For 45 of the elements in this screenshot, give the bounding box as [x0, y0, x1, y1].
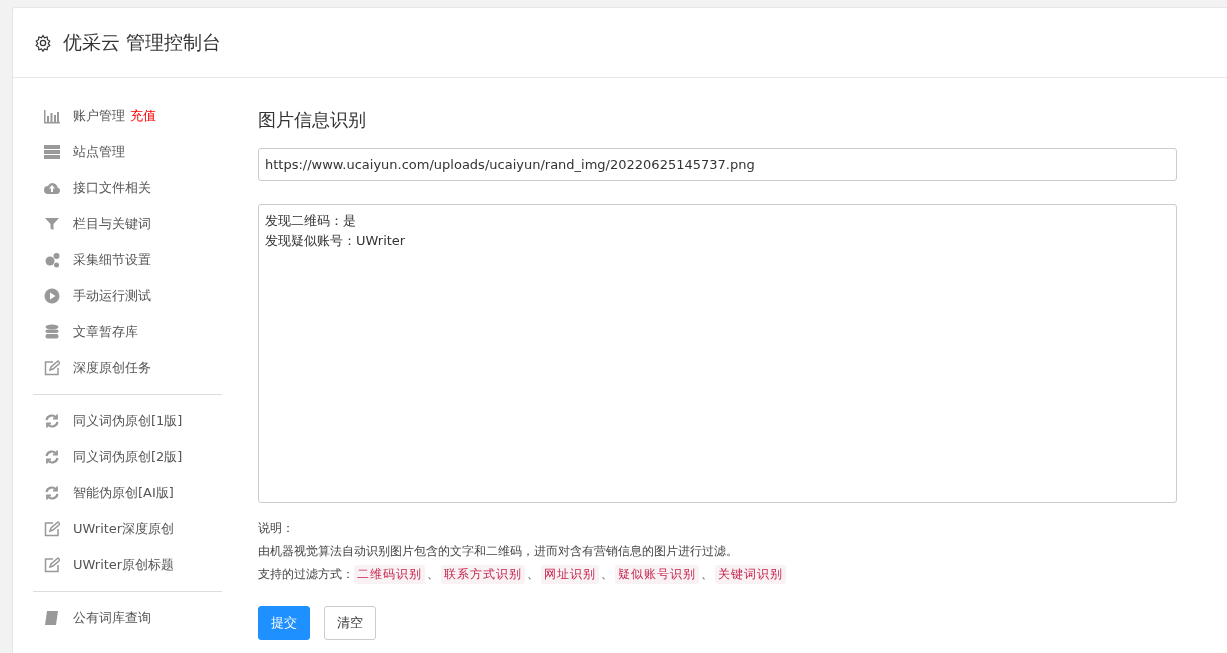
- sidebar-item[interactable]: 栏目与关键词: [33, 206, 222, 242]
- separator: 、: [601, 566, 613, 583]
- console-title: 优采云 管理控制台: [63, 29, 222, 55]
- sidebar-item[interactable]: 公有词库查询: [33, 600, 222, 636]
- sidebar-item[interactable]: 站点管理: [33, 134, 222, 170]
- cloud-icon: [44, 180, 60, 196]
- separator: 、: [527, 566, 539, 583]
- sidebar-item[interactable]: UWriter原创标题: [33, 547, 222, 583]
- clear-button[interactable]: 清空: [324, 606, 376, 640]
- separator: 、: [427, 566, 439, 583]
- recharge-link[interactable]: 充值: [130, 107, 156, 125]
- result-text-area[interactable]: 发现二维码：是 发现疑似账号：UWriter: [258, 204, 1177, 503]
- sidebar-item[interactable]: 智能伪原创[AI版]: [33, 475, 222, 511]
- filter-tag: 网址识别: [541, 565, 599, 584]
- sidebar-item[interactable]: 同义词伪原创[2版]: [33, 439, 222, 475]
- refresh-icon: [44, 413, 60, 429]
- sidebar-item[interactable]: 账户管理 充值: [33, 98, 222, 134]
- sidebar-item[interactable]: UWriter深度原创: [33, 511, 222, 547]
- sidebar-item[interactable]: 采集细节设置: [33, 242, 222, 278]
- edit-icon: [44, 557, 60, 573]
- sidebar-item[interactable]: 同义词伪原创[1版]: [33, 403, 222, 439]
- section-title: 图片信息识别: [258, 108, 367, 132]
- sidebar-item[interactable]: 接口文件相关: [33, 170, 222, 206]
- sidebar-item[interactable]: 深度原创任务: [33, 350, 222, 386]
- filter-icon: [44, 216, 60, 232]
- filter-tag: 关键词识别: [715, 565, 786, 584]
- notes-description: 由机器视觉算法自动识别图片包含的文字和二维码，进而对含有营销信息的图片进行过滤。: [258, 543, 739, 560]
- sidebar-item[interactable]: 文章暂存库: [33, 314, 222, 350]
- notes-heading: 说明：: [258, 520, 295, 537]
- refresh-icon: [44, 449, 60, 465]
- edit-icon: [44, 521, 60, 537]
- filters-label: 支持的过滤方式：: [258, 566, 354, 583]
- settings-icon: [34, 33, 52, 52]
- chart-icon: [44, 108, 60, 124]
- refresh-icon: [44, 485, 60, 501]
- filter-tag: 二维码识别: [354, 565, 425, 584]
- filter-tag: 疑似账号识别: [615, 565, 699, 584]
- filter-tag: 联系方式识别: [441, 565, 525, 584]
- edit-icon: [44, 360, 60, 376]
- url-field[interactable]: https://www.ucaiyun.com/uploads/ucaiyun/rand_img/20220625145737.png: [258, 148, 1177, 181]
- play-icon: [44, 288, 60, 304]
- server-icon: [44, 144, 60, 160]
- database-icon: [44, 324, 60, 340]
- sidebar-item[interactable]: 手动运行测试: [33, 278, 222, 314]
- separator: 、: [701, 566, 713, 583]
